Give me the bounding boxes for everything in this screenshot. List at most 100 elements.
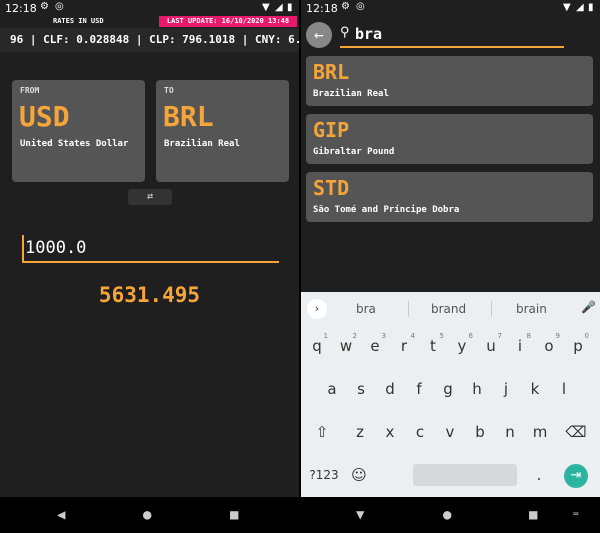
key-u[interactable]: u7 bbox=[478, 330, 504, 362]
backspace-key[interactable]: ⌫ bbox=[563, 416, 589, 448]
to-label: TO bbox=[164, 86, 174, 95]
key-number-hint: 7 bbox=[497, 332, 502, 340]
back-button[interactable]: ← bbox=[306, 22, 332, 48]
status-bar: 12:18 ⚙ ◎ ▼ ◢ ▮ bbox=[0, 0, 299, 17]
period-key[interactable]: . bbox=[526, 459, 552, 491]
key-v[interactable]: v bbox=[437, 416, 463, 448]
from-currency-card[interactable]: FROM USD United States Dollar bbox=[12, 80, 145, 182]
key-d[interactable]: d bbox=[377, 373, 403, 405]
key-letter: y bbox=[457, 337, 467, 355]
signal-icon: ◢ bbox=[576, 2, 584, 13]
result-name: Gibraltar Pound bbox=[313, 147, 395, 157]
key-number-hint: 3 bbox=[381, 332, 386, 340]
key-i[interactable]: i8 bbox=[507, 330, 533, 362]
collapse-keyboard-icon[interactable]: ▼ bbox=[356, 507, 364, 523]
key-letter: t bbox=[430, 337, 436, 355]
key-w[interactable]: w2 bbox=[333, 330, 359, 362]
key-letter: u bbox=[486, 337, 496, 355]
key-c[interactable]: c bbox=[407, 416, 433, 448]
space-key[interactable] bbox=[413, 464, 517, 486]
last-update-badge: LAST UPDATE: 16/10/2020 13:48 bbox=[159, 16, 297, 27]
result-name: São Tomé and Príncipe Dobra bbox=[313, 205, 460, 215]
wifi-icon: ▼ bbox=[262, 2, 270, 13]
enter-key[interactable]: ⇥ bbox=[564, 464, 588, 488]
key-letter: o bbox=[544, 337, 554, 355]
key-letter: r bbox=[400, 337, 408, 355]
navigation-bar: ▼ ● ■ ⌨ bbox=[301, 497, 600, 533]
recents-nav-icon[interactable]: ■ bbox=[529, 507, 537, 523]
key-number-hint: 0 bbox=[584, 332, 589, 340]
key-t[interactable]: t5 bbox=[420, 330, 446, 362]
mic-icon[interactable]: 🎤 bbox=[581, 300, 596, 314]
home-nav-icon[interactable]: ● bbox=[143, 507, 151, 523]
amount-input[interactable] bbox=[22, 235, 279, 263]
key-k[interactable]: k bbox=[522, 373, 548, 405]
key-e[interactable]: e3 bbox=[362, 330, 388, 362]
key-b[interactable]: b bbox=[467, 416, 493, 448]
recents-nav-icon[interactable]: ■ bbox=[230, 507, 238, 523]
result-card-gip[interactable]: GIP Gibraltar Pound bbox=[306, 114, 593, 164]
key-n[interactable]: n bbox=[497, 416, 523, 448]
key-letter: p bbox=[573, 337, 583, 355]
search-input[interactable] bbox=[355, 23, 555, 45]
result-code: GIP bbox=[313, 118, 350, 142]
from-currency-code: USD bbox=[19, 100, 70, 133]
result-card-std[interactable]: STD São Tomé and Príncipe Dobra bbox=[306, 172, 593, 222]
key-z[interactable]: z bbox=[347, 416, 373, 448]
key-s[interactable]: s bbox=[348, 373, 374, 405]
result-card-brl[interactable]: BRL Brazilian Real bbox=[306, 56, 593, 106]
key-l[interactable]: l bbox=[551, 373, 577, 405]
key-letter: w bbox=[339, 337, 353, 355]
key-a[interactable]: a bbox=[319, 373, 345, 405]
search-bar: ⚲ bbox=[340, 22, 564, 48]
converter-screen: 12:18 ⚙ ◎ ▼ ◢ ▮ RATES IN USD LAST UPDATE… bbox=[0, 0, 299, 533]
key-g[interactable]: g bbox=[435, 373, 461, 405]
suggestion-1[interactable]: bra bbox=[356, 302, 376, 316]
expand-suggestions-icon[interactable]: › bbox=[307, 299, 327, 319]
key-j[interactable]: j bbox=[493, 373, 519, 405]
arrow-left-icon: ← bbox=[314, 25, 324, 44]
settings-icon: ⚙ bbox=[40, 1, 49, 12]
suggestion-divider bbox=[491, 301, 492, 317]
settings-icon: ⚙ bbox=[341, 1, 350, 12]
search-icon: ⚲ bbox=[340, 25, 350, 40]
key-x[interactable]: x bbox=[377, 416, 403, 448]
key-m[interactable]: m bbox=[527, 416, 553, 448]
home-nav-icon[interactable]: ● bbox=[443, 507, 451, 523]
suggestion-3[interactable]: brain bbox=[516, 302, 547, 316]
back-nav-icon[interactable]: ◀ bbox=[57, 507, 65, 523]
result-name: Brazilian Real bbox=[313, 89, 389, 99]
signal-icon: ◢ bbox=[275, 2, 283, 13]
key-r[interactable]: r4 bbox=[391, 330, 417, 362]
key-p[interactable]: p0 bbox=[565, 330, 591, 362]
symbols-key[interactable]: ?123 bbox=[307, 459, 341, 491]
swap-button[interactable]: ⇄ bbox=[128, 189, 172, 205]
key-number-hint: 4 bbox=[410, 332, 415, 340]
battery-icon: ▮ bbox=[588, 2, 594, 13]
key-y[interactable]: y6 bbox=[449, 330, 475, 362]
result-code: STD bbox=[313, 176, 350, 200]
key-h[interactable]: h bbox=[464, 373, 490, 405]
key-o[interactable]: o9 bbox=[536, 330, 562, 362]
status-time: 12:18 bbox=[5, 2, 37, 15]
to-currency-code: BRL bbox=[163, 100, 214, 133]
key-letter: q bbox=[312, 337, 322, 355]
key-number-hint: 5 bbox=[439, 332, 444, 340]
key-number-hint: 6 bbox=[468, 332, 473, 340]
sync-icon: ◎ bbox=[356, 1, 365, 12]
converted-result: 5631.495 bbox=[98, 283, 201, 307]
suggestion-divider bbox=[408, 301, 409, 317]
key-number-hint: 9 bbox=[555, 332, 560, 340]
keyboard-switch-icon[interactable]: ⌨ bbox=[573, 510, 578, 520]
to-currency-name: Brazilian Real bbox=[164, 139, 240, 149]
to-currency-card[interactable]: TO BRL Brazilian Real bbox=[156, 80, 289, 182]
status-time: 12:18 bbox=[306, 2, 338, 15]
key-f[interactable]: f bbox=[406, 373, 432, 405]
emoji-key[interactable]: ☺ bbox=[346, 459, 372, 491]
suggestion-2[interactable]: brand bbox=[431, 302, 466, 316]
shift-key[interactable]: ⇧ bbox=[309, 416, 335, 448]
key-q[interactable]: q1 bbox=[304, 330, 330, 362]
ticker-text: 96 | CLF: 0.028848 | CLP: 796.1018 | CNY… bbox=[10, 33, 299, 46]
sync-icon: ◎ bbox=[55, 1, 64, 12]
keyboard: › bra brand brain 🎤 q1w2e3r4t5y6u7i8o9p0… bbox=[301, 292, 600, 497]
